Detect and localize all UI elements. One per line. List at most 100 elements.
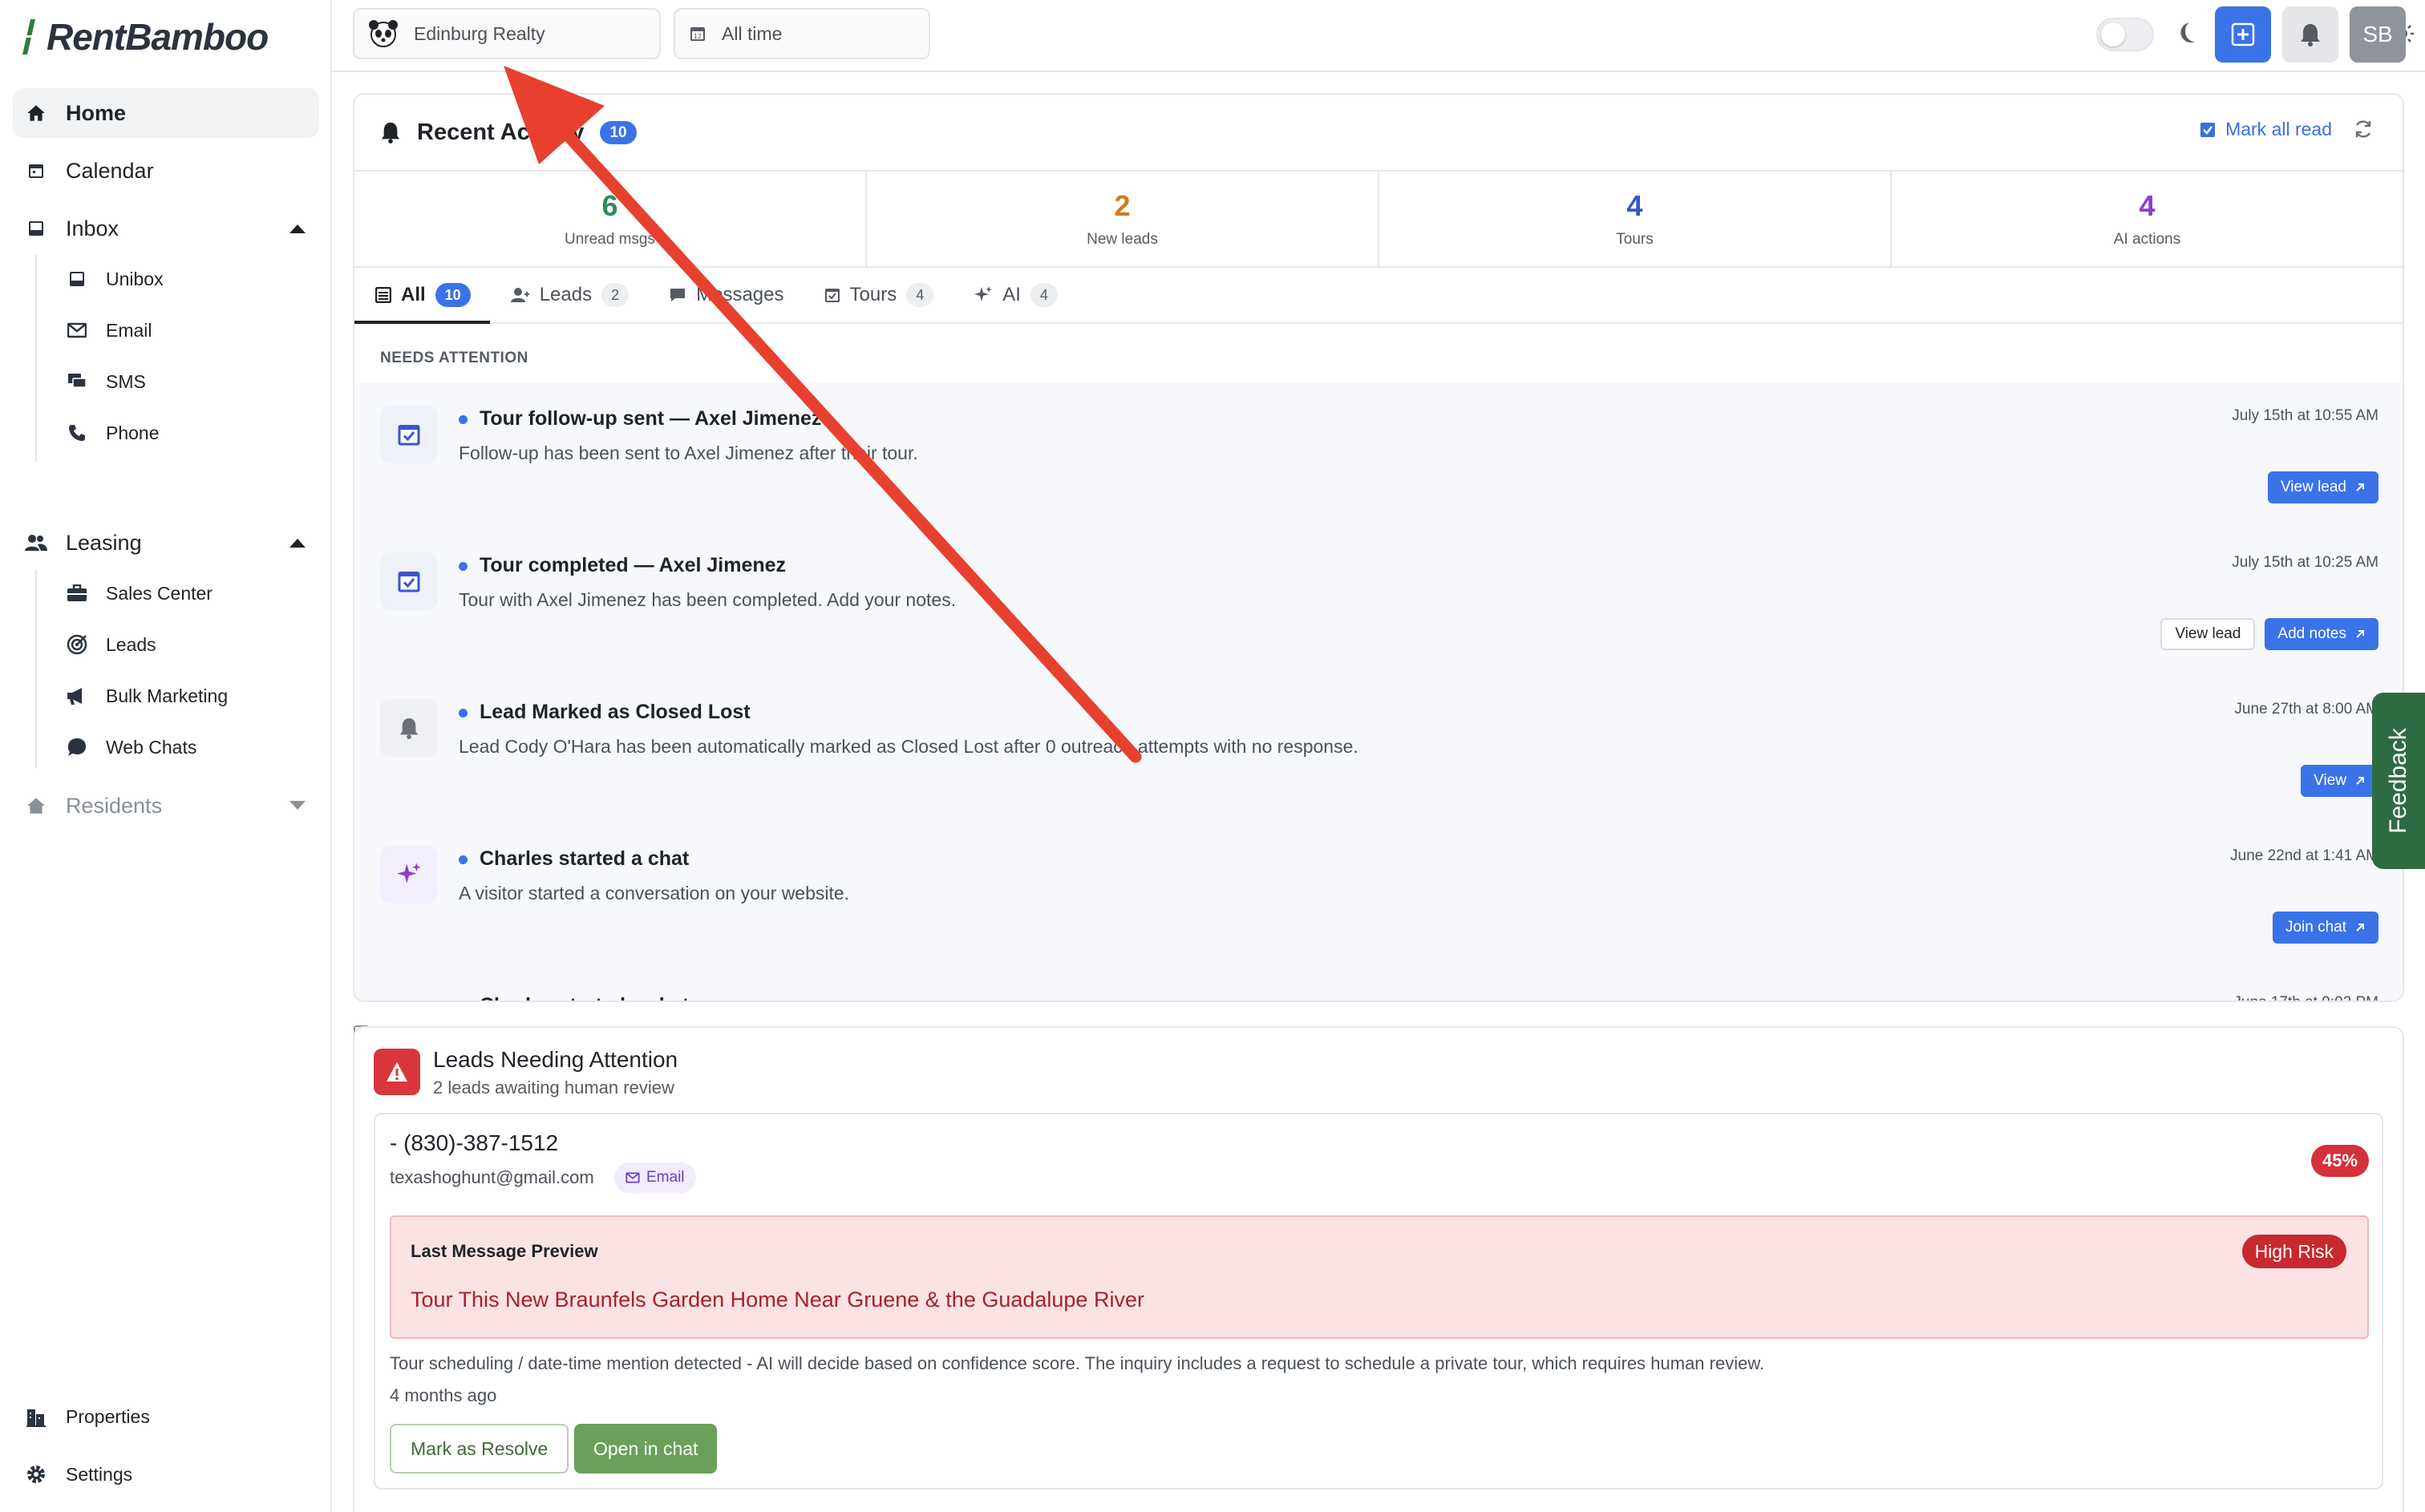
view-lead-button[interactable]: View lead (2267, 471, 2378, 503)
activity-item[interactable]: Charles started a chat A visitor started… (354, 823, 2403, 970)
activity-item[interactable]: Tour completed — Axel Jimenez Tour with … (354, 530, 2403, 677)
nav-home-label: Home (66, 100, 127, 125)
nav-leasing[interactable]: Leasing (13, 518, 319, 568)
warning-icon (374, 1049, 420, 1095)
nav-calendar[interactable]: Calendar (13, 146, 319, 196)
mark-all-read-label: Mark all read (2225, 119, 2332, 139)
activity-item[interactable]: Tour follow-up sent — Axel Jimenez Follo… (354, 383, 2403, 530)
nav-leads-label: Leads (106, 633, 156, 655)
feedback-tab[interactable]: Feedback (2372, 693, 2425, 869)
nav-web-chats[interactable]: Web Chats (66, 726, 196, 768)
tab-count: 4 (906, 283, 934, 307)
activity-stats: 6 Unread msgs 2 New leads 4 Tours 4 AI a… (354, 170, 2403, 268)
chat-bubble-icon (66, 736, 88, 758)
date-range-selector[interactable]: 12 All time (674, 8, 930, 59)
button-label: Add notes (2277, 625, 2346, 642)
caret-up-icon[interactable] (289, 537, 306, 548)
preview-message: Tour This New Braunfels Garden Home Near… (411, 1288, 1144, 1312)
activity-title: Lead Marked as Closed Lost (480, 701, 751, 723)
activity-item[interactable]: Charles started a chat June 17th at 9:02… (354, 970, 2403, 1001)
svg-text:12: 12 (694, 33, 702, 40)
property-name: Edinburg Realty (414, 22, 545, 44)
property-selector[interactable]: Edinburg Realty (353, 8, 661, 59)
nav-settings[interactable]: Settings (13, 1449, 319, 1499)
join-chat-button[interactable]: Join chat (2272, 912, 2378, 944)
tab-count: 4 (1030, 283, 1058, 307)
activity-title: Tour completed — Axel Jimenez (480, 554, 787, 576)
tab-messages[interactable]: Messages (669, 268, 803, 322)
button-label: Mark as Resolve (411, 1437, 549, 1459)
person-add-icon (510, 287, 530, 303)
nav-calendar-label: Calendar (66, 158, 154, 183)
nav-email-label: Email (106, 319, 152, 341)
user-avatar[interactable]: SB (2350, 6, 2406, 63)
notifications-button[interactable] (2282, 6, 2338, 63)
caret-up-icon[interactable] (289, 223, 306, 234)
nav-inbox[interactable]: Inbox (13, 204, 319, 253)
nav-residents[interactable]: Residents (13, 781, 319, 831)
stat-label: Tours (1616, 231, 1654, 248)
stat-value: 4 (2139, 189, 2156, 222)
plus-square-icon (2231, 22, 2255, 46)
feedback-label: Feedback (2385, 728, 2411, 834)
gear-icon (24, 1462, 48, 1486)
stat-tours[interactable]: 4 Tours (1379, 172, 1892, 266)
stat-unread[interactable]: 6 Unread msgs (354, 172, 867, 266)
unibox-icon (66, 268, 88, 290)
avatar-initials: SB (2362, 22, 2393, 46)
nav-sales-center[interactable]: Sales Center (66, 572, 213, 614)
nav-phone[interactable]: Phone (66, 412, 160, 454)
nav-properties[interactable]: Properties (13, 1392, 319, 1441)
mark-resolve-button[interactable]: Mark as Resolve (390, 1424, 569, 1474)
stat-label: New leads (1087, 231, 1158, 248)
activity-item[interactable]: Lead Marked as Closed Lost Lead Cody O'H… (354, 677, 2403, 823)
nav-sms[interactable]: SMS (66, 361, 146, 402)
activity-list: Tour follow-up sent — Axel Jimenez Follo… (354, 383, 2403, 1001)
calendar-check-icon (380, 406, 438, 463)
button-label: View lead (2280, 479, 2346, 495)
app-logo[interactable]: RentBamboo (19, 11, 269, 63)
view-button[interactable]: View (2301, 765, 2378, 797)
target-icon (66, 633, 88, 656)
tab-ai[interactable]: AI 4 (974, 268, 1077, 322)
list-icon (375, 287, 391, 303)
calendar-check-icon (824, 287, 840, 303)
stat-new-leads[interactable]: 2 New leads (867, 172, 1379, 266)
stat-ai-actions[interactable]: 4 AI actions (1892, 172, 2403, 266)
activity-tabs: All 10 Leads 2 Messages Tours 4 AI 4 (354, 268, 2403, 324)
channel-label: Email (646, 1169, 685, 1186)
external-link-icon (2354, 629, 2366, 640)
theme-toggle[interactable] (2096, 18, 2154, 51)
tab-label: Tours (849, 284, 897, 305)
tab-all[interactable]: All 10 (354, 268, 490, 324)
add-notes-button[interactable]: Add notes (2265, 618, 2378, 650)
button-label: View lead (2175, 625, 2241, 642)
activity-title: Charles started a chat (480, 994, 689, 1001)
unread-dot (459, 855, 468, 864)
mark-all-read-button[interactable]: Mark all read (2200, 119, 2332, 140)
nav-email[interactable]: Email (66, 309, 152, 351)
nav-unibox[interactable]: Unibox (66, 258, 164, 300)
caret-down-icon[interactable] (289, 800, 306, 811)
risk-badge: High Risk (2241, 1235, 2346, 1268)
view-lead-button[interactable]: View lead (2160, 618, 2256, 650)
nav-home[interactable]: Home (13, 88, 319, 138)
refresh-icon[interactable] (2353, 119, 2374, 139)
tab-leads[interactable]: Leads 2 (510, 268, 648, 322)
activity-header: Recent Activity 10 (354, 95, 2403, 170)
nav-leads[interactable]: Leads (66, 624, 156, 665)
button-label: View (2314, 772, 2346, 789)
lead-card[interactable]: - (830)-387-1512 texashoghunt@gmail.com … (374, 1113, 2383, 1490)
add-button[interactable] (2215, 6, 2271, 63)
tab-tours[interactable]: Tours 4 (824, 268, 953, 322)
stat-value: 6 (601, 189, 618, 222)
nav-bulk-marketing[interactable]: Bulk Marketing (66, 675, 228, 717)
nav-web-chats-label: Web Chats (106, 736, 197, 758)
open-in-chat-button[interactable]: Open in chat (574, 1424, 718, 1474)
nav-properties-label: Properties (66, 1405, 150, 1427)
button-label: Join chat (2285, 919, 2346, 936)
leads-attention-title: Leads Needing Attention (433, 1047, 678, 1072)
home-icon (24, 101, 48, 125)
needs-attention-heading: NEEDS ATTENTION (380, 350, 528, 366)
nav-residents-label: Residents (66, 793, 163, 818)
